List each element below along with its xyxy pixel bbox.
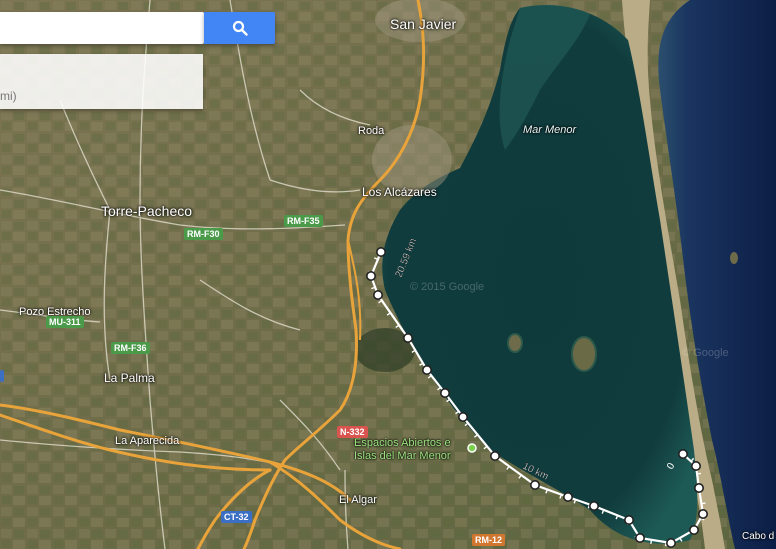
path-vertex-handle[interactable] (623, 514, 634, 525)
path-vertex-handle[interactable] (562, 491, 573, 502)
path-vertex-handle[interactable] (439, 387, 450, 398)
small-island (730, 252, 738, 264)
road-shield-rm-f30: RM-F30 (184, 228, 223, 240)
path-vertex-handle[interactable] (402, 332, 413, 343)
poi-label[interactable]: Espacios Abiertos e Islas del Mar Menor (354, 437, 468, 463)
road-shield-edge (0, 370, 4, 382)
path-vertex-handle[interactable] (688, 524, 699, 535)
distance-card: mi) (0, 54, 203, 109)
watermark-1: © 2015 Google (410, 281, 484, 293)
distance-unit-text: mi) (0, 89, 17, 103)
path-vertex-handle[interactable] (690, 460, 701, 471)
place-label-la-palma: La Palma (104, 371, 155, 385)
path-vertex-handle[interactable] (365, 270, 376, 281)
path-vertex-handle[interactable] (375, 247, 386, 258)
path-tick (696, 472, 702, 475)
isla-perdiguera (507, 333, 523, 353)
search-input[interactable] (0, 12, 196, 44)
place-label-los-alcazares: Los Alcázares (362, 185, 437, 199)
path-vertex-handle[interactable] (457, 411, 468, 422)
road-shield-ct-32: CT-32 (221, 511, 252, 523)
road-shield-n-332: N-332 (337, 426, 368, 438)
poi-marker-icon[interactable] (467, 443, 477, 453)
path-vertex-handle[interactable] (421, 364, 432, 375)
place-label-el-algar: El Algar (339, 494, 377, 506)
path-tick (650, 539, 653, 544)
path-vertex-handle[interactable] (634, 532, 645, 543)
road-shield-rm-12: RM-12 (472, 534, 506, 546)
path-vertex-handle[interactable] (588, 500, 599, 511)
path-vertex-handle[interactable] (529, 479, 540, 490)
place-label-mar-menor: Mar Menor (523, 124, 577, 136)
path-vertex-handle[interactable] (693, 482, 704, 493)
place-label-torre-pacheco: Torre-Pacheco (101, 203, 193, 219)
road-shield-rm-f35: RM-F35 (284, 215, 323, 227)
search-button[interactable] (204, 12, 275, 44)
search-box[interactable] (0, 12, 204, 44)
path-vertex-handle[interactable] (372, 289, 383, 300)
path-vertex-handle[interactable] (677, 448, 688, 459)
path-vertex-handle[interactable] (697, 508, 708, 519)
search-icon (232, 20, 248, 36)
place-label-san-javier: San Javier (390, 16, 457, 32)
road-shield-rm-f36: RM-F36 (111, 342, 150, 354)
path-vertex-handle[interactable] (665, 537, 676, 548)
path-tick (701, 502, 706, 505)
place-label-cabo: Cabo d (742, 531, 775, 542)
path-vertex-handle[interactable] (489, 450, 500, 461)
road-shield-mu-311: MU-311 (46, 316, 84, 328)
place-label-la-aparecida: La Aparecida (115, 435, 180, 447)
watermark-2: © Google (682, 347, 729, 359)
place-label-roda: Roda (358, 125, 385, 137)
isla-mayor (571, 336, 597, 372)
